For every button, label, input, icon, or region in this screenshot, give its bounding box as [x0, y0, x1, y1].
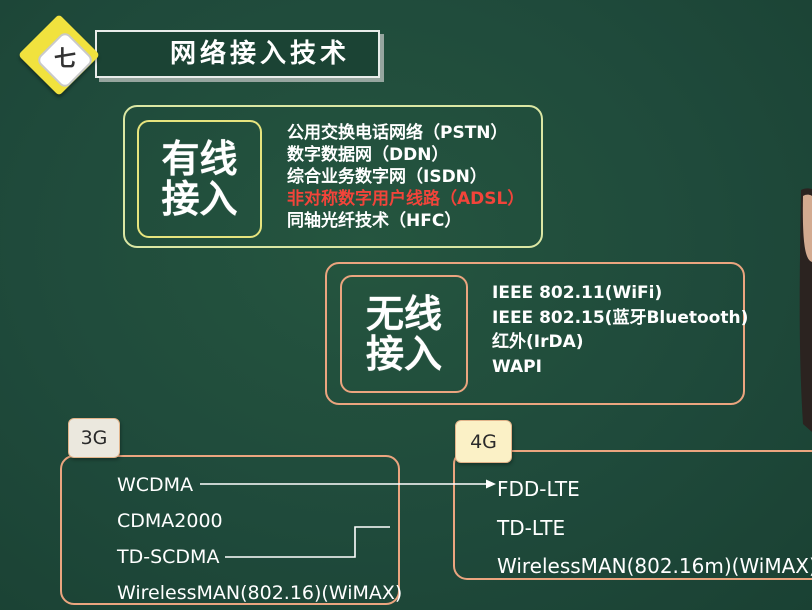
- wired-item-adsl: 非对称数字用户线路（ADSL）: [287, 189, 525, 209]
- wired-item-ddn: 数字数据网（DDN）: [287, 145, 449, 165]
- wired-item-isdn: 综合业务数字网（ISDN）: [287, 167, 487, 187]
- wireless-heading-line-2: 接入: [365, 332, 442, 376]
- wireless-item-wapi: WAPI: [492, 356, 542, 377]
- 3g-item-wcdma: WCDMA: [117, 474, 194, 496]
- presenter-partial: [799, 188, 812, 432]
- wired-access-list: 公用交换电话网络（PSTN） 数字数据网（DDN） 综合业务数字网（ISDN） …: [287, 122, 524, 232]
- title-bar: 网络接入技术: [95, 30, 380, 78]
- 4g-label: 4G: [455, 420, 512, 463]
- section-number: 七: [53, 47, 76, 72]
- wired-access-heading: 有线 接入: [137, 120, 262, 238]
- 4g-item-td-lte: TD-LTE: [497, 515, 566, 540]
- wireless-item-bluetooth: IEEE 802.15(蓝牙Bluetooth): [492, 307, 749, 328]
- wired-heading-line-2: 接入: [161, 177, 238, 221]
- wireless-access-list: IEEE 802.11(WiFi) IEEE 802.15(蓝牙Bluetoot…: [492, 281, 748, 379]
- slide: 七 网络接入技术 有线 接入 公用交换电话网络（PSTN） 数字数据网（DDN）…: [0, 0, 812, 610]
- wired-item-pstn: 公用交换电话网络（PSTN）: [287, 123, 508, 143]
- 4g-item-wimax: WirelessMAN(802.16m)(WiMAX): [497, 554, 812, 578]
- 4g-item-fdd-lte: FDD-LTE: [497, 477, 580, 501]
- presenter-face-partial: [802, 194, 812, 262]
- wireless-access-heading: 无线 接入: [340, 275, 468, 393]
- wired-heading-line-1: 有线: [161, 137, 238, 181]
- slide-title: 网络接入技术: [170, 39, 351, 69]
- 3g-item-cdma2000: CDMA2000: [117, 510, 223, 532]
- 4g-list: FDD-LTE TD-LTE WirelessMAN(802.16m)(WiMA…: [497, 470, 812, 586]
- 3g-item-wimax: WirelessMAN(802.16)(WiMAX): [117, 582, 403, 604]
- 3g-item-td-scdma: TD-SCDMA: [117, 546, 220, 568]
- wireless-item-wifi: IEEE 802.11(WiFi): [492, 283, 663, 303]
- wireless-heading-line-1: 无线: [365, 292, 442, 336]
- 3g-label: 3G: [68, 418, 120, 458]
- wireless-item-irda: 红外(IrDA): [492, 332, 584, 352]
- 3g-list: WCDMA CDMA2000 TD-SCDMA WirelessMAN(802.…: [117, 467, 402, 610]
- wired-item-hfc: 同轴光纤技术（HFC）: [287, 211, 462, 231]
